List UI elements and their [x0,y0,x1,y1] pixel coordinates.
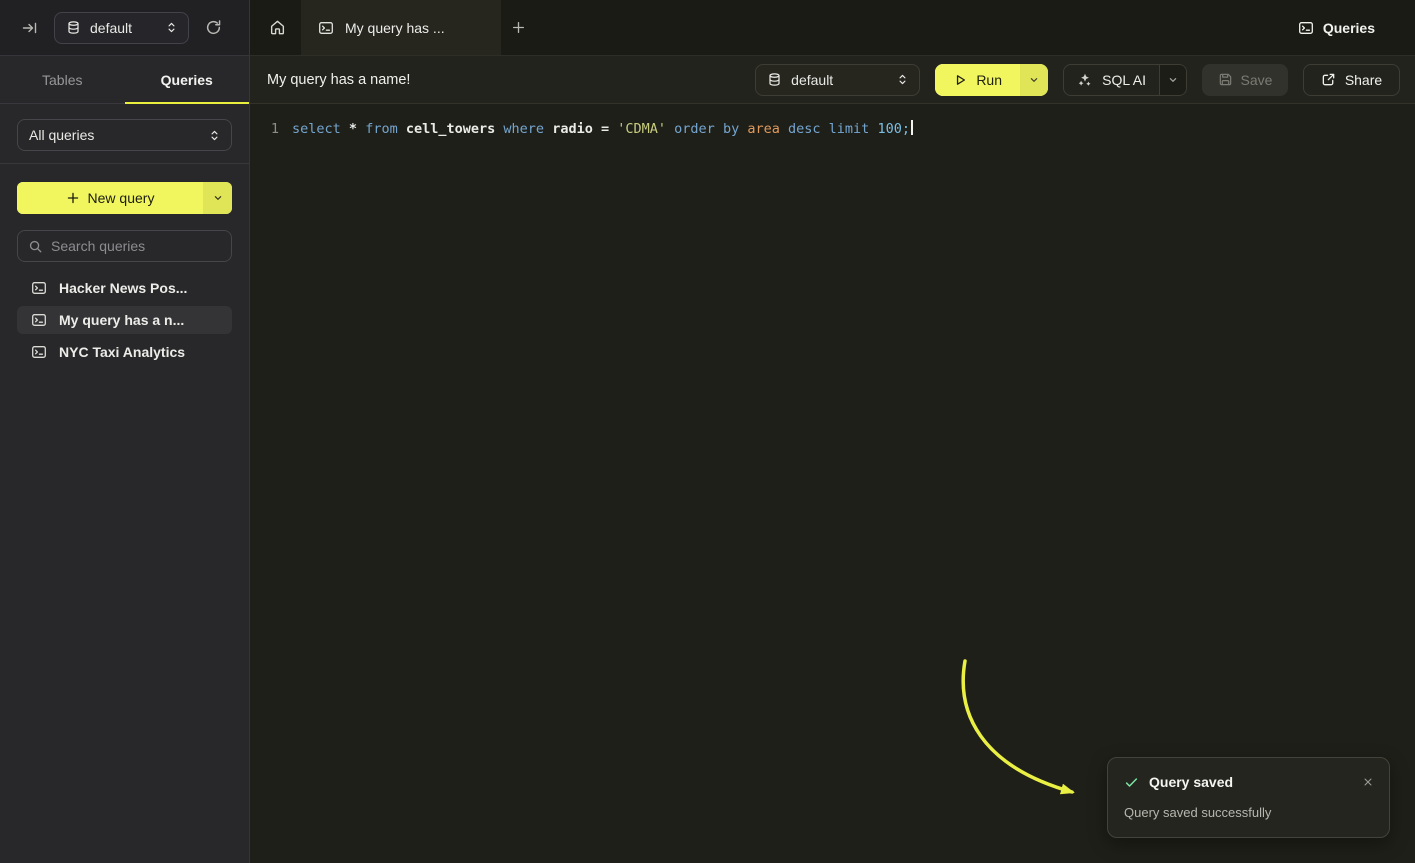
run-label: Run [976,72,1002,88]
toolbar-database-value: default [791,72,887,88]
line-number: 1 [267,119,279,139]
toast-message: Query saved successfully [1108,790,1389,837]
query-list-item[interactable]: Hacker News Pos... [17,274,232,302]
plus-icon [511,20,526,35]
sql-ai-label: SQL AI [1102,72,1146,88]
updown-chevron-icon [896,73,909,86]
search-queries-box [17,230,232,262]
collapse-sidebar-icon [22,20,38,36]
topbar-right: My query has ... Queries [250,0,1415,56]
home-icon [269,19,286,36]
updown-chevron-icon [208,129,221,142]
plus-icon [66,191,80,205]
topbar-database-value: default [90,20,156,36]
query-list-item[interactable]: My query has a n... [17,306,232,334]
close-icon [1362,776,1374,788]
updown-chevron-icon [165,21,178,34]
play-icon [953,73,967,87]
query-item-label: My query has a n... [59,312,184,328]
query-item-label: NYC Taxi Analytics [59,344,185,360]
run-dropdown[interactable] [1020,64,1048,96]
search-icon [28,239,43,254]
save-button[interactable]: Save [1202,64,1288,96]
home-button[interactable] [267,0,288,55]
text-cursor [911,120,913,135]
tab-my-query[interactable]: My query has ... [301,0,501,55]
database-icon [767,72,782,87]
save-label: Save [1241,72,1273,88]
save-icon [1218,72,1233,87]
code-line-tokens: select * from cell_towers where radio = … [292,119,913,139]
run-button-main[interactable]: Run [935,64,1020,96]
chevron-down-icon [1028,74,1040,86]
query-toolbar: My query has a name! default [250,56,1415,104]
toolbar-database-selector[interactable]: default [755,64,920,96]
check-icon [1124,775,1139,790]
query-item-label: Hacker News Pos... [59,280,187,296]
collapse-sidebar-button[interactable] [20,18,40,38]
search-queries-input[interactable] [51,238,221,254]
toast-header: Query saved [1108,758,1389,790]
chevron-down-icon [1167,74,1179,86]
query-title: My query has a name! [267,72,410,88]
sql-ai-button[interactable]: SQL AI [1063,64,1187,96]
sidebar-main: New query [0,164,249,366]
sql-ai-dropdown[interactable] [1159,65,1186,95]
query-filter-value: All queries [29,127,199,143]
main-panel: My query has a name! default [250,56,1415,863]
sql-ai-main[interactable]: SQL AI [1064,65,1159,95]
toast-close-button[interactable] [1360,774,1376,790]
terminal-icon [318,20,334,36]
chevron-down-icon [212,192,224,204]
queries-panel-label: Queries [1298,0,1375,55]
new-query-main[interactable]: New query [17,182,203,214]
new-tab-button[interactable] [509,0,528,55]
share-icon [1321,72,1336,87]
sql-editor[interactable]: 1 select * from cell_towers where radio … [250,104,1415,863]
sql-console-app: default My query has ... [0,0,1415,863]
database-icon [66,20,81,35]
toast-query-saved: Query saved Query saved successfully [1107,757,1390,838]
query-list: Hacker News Pos... My query has a n... N… [17,274,232,366]
share-button[interactable]: Share [1303,64,1400,96]
topbar-database-selector[interactable]: default [54,12,189,44]
sparkles-icon [1077,72,1093,88]
sidebar-filter-section: All queries [0,104,249,163]
run-button[interactable]: Run [935,64,1048,96]
code-line: 1 select * from cell_towers where radio … [267,119,1415,139]
new-query-button[interactable]: New query [17,182,232,214]
refresh-icon [205,19,222,36]
sidebar-tabs: Tables Queries [0,56,249,104]
sidebar-tab-queries[interactable]: Queries [125,56,250,103]
share-label: Share [1345,72,1382,88]
tab-label: My query has ... [345,20,445,36]
terminal-icon [31,312,47,328]
refresh-button[interactable] [203,17,224,38]
new-query-dropdown[interactable] [203,182,232,214]
topbar-left: default [0,0,250,56]
sidebar: Tables Queries All queries [0,56,250,863]
terminal-icon [31,344,47,360]
query-list-item[interactable]: NYC Taxi Analytics [17,338,232,366]
query-filter-select[interactable]: All queries [17,119,232,151]
new-query-label: New query [88,190,155,206]
queries-panel-text: Queries [1323,20,1375,36]
terminal-icon [31,280,47,296]
toast-title: Query saved [1149,774,1233,790]
sidebar-tab-tables[interactable]: Tables [0,56,125,103]
topbar: default My query has ... [0,0,1415,56]
terminal-icon [1298,20,1314,36]
body-row: Tables Queries All queries [0,56,1415,863]
